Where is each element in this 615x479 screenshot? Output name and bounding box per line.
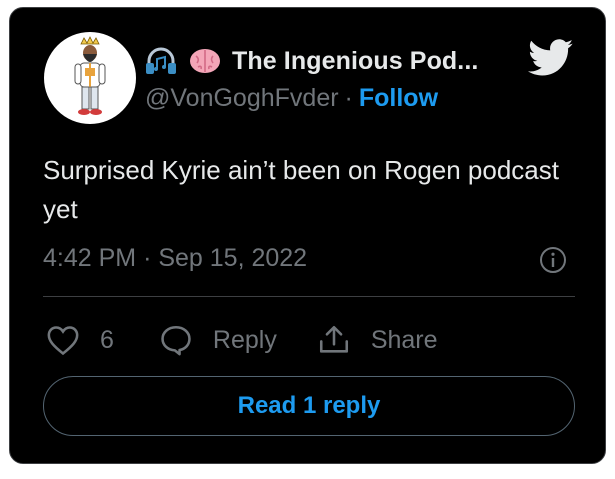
- tweet-time: 4:42 PM: [43, 244, 137, 272]
- follow-button[interactable]: Follow: [359, 84, 438, 113]
- tweet-date: Sep 15, 2022: [158, 244, 308, 272]
- heart-icon: [47, 326, 79, 356]
- like-button[interactable]: 6: [46, 324, 159, 356]
- like-count: 6: [100, 325, 114, 354]
- action-bar: 6 Reply Share: [46, 320, 438, 360]
- headphones-icon: [144, 46, 178, 76]
- reply-label: Reply: [212, 325, 277, 354]
- author-handle[interactable]: @VonGoghFvder: [145, 84, 339, 113]
- author-display-name[interactable]: The Ingenious Pod...: [232, 47, 478, 76]
- separator-dot: ·: [143, 244, 152, 272]
- reply-button[interactable]: Reply: [159, 324, 317, 356]
- read-replies-button[interactable]: Read 1 reply: [43, 376, 575, 436]
- share-icon: [319, 325, 348, 353]
- info-icon[interactable]: [539, 246, 567, 274]
- separator-dot: ·: [344, 84, 353, 112]
- twitter-bird-icon[interactable]: [528, 39, 574, 77]
- divider: [43, 296, 575, 297]
- brain-icon: [188, 46, 222, 76]
- share-button[interactable]: Share: [317, 323, 438, 357]
- tweet-text: Surprised Kyrie ain’t been on Rogen podc…: [43, 155, 559, 224]
- tweet-timestamp[interactable]: 4:42 PM · Sep 15, 2022: [43, 244, 307, 273]
- share-label: Share: [370, 325, 438, 354]
- tweet-card: The Ingenious Pod... @VonGoghFvder · Fol…: [9, 7, 606, 464]
- reply-bubble-icon: [161, 325, 191, 356]
- handle-row: @VonGoghFvder · Follow: [145, 84, 438, 113]
- author-name-row[interactable]: The Ingenious Pod...: [144, 44, 478, 78]
- avatar[interactable]: [44, 32, 136, 124]
